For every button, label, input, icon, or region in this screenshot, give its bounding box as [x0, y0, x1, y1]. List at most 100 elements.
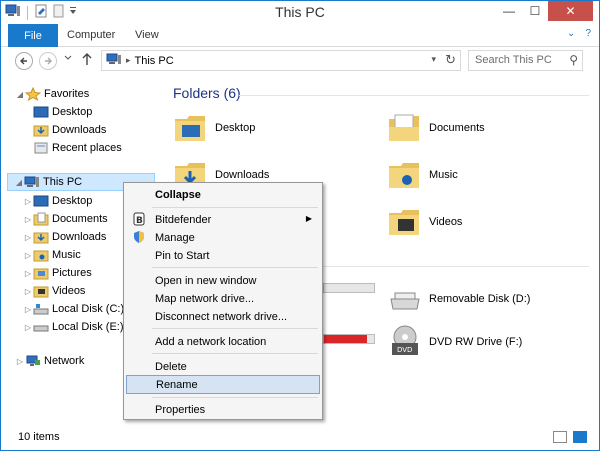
folder-music[interactable]: Music [387, 158, 458, 192]
title-bar: This PC — ☐ ✕ [1, 1, 599, 23]
collapsed-arrow-icon[interactable]: ▷ [23, 215, 33, 224]
tiles-view-button[interactable] [573, 431, 587, 443]
network-label: Network [44, 355, 85, 367]
nav-pc-documents[interactable]: ▷ Documents [23, 210, 108, 228]
menu-separator [152, 267, 318, 268]
network-icon [25, 354, 41, 368]
menu-item-label: Bitdefender [155, 213, 212, 226]
search-input[interactable]: Search This PC ⚲ [468, 50, 583, 71]
menu-item-manage[interactable]: Manage [126, 228, 320, 247]
collapsed-arrow-icon[interactable]: ▷ [23, 305, 33, 314]
nav-pc-music[interactable]: ▷ Music [23, 246, 81, 264]
nav-fav-downloads[interactable]: Downloads [33, 121, 106, 139]
up-button[interactable] [81, 52, 93, 69]
menu-item-rename[interactable]: Rename [126, 375, 320, 394]
folder-icon [387, 158, 421, 192]
computer-icon [24, 175, 40, 189]
tab-view[interactable]: View [135, 29, 159, 41]
folder-label: Downloads [215, 169, 270, 181]
back-arrow-icon [20, 57, 27, 65]
folder-documents[interactable]: Documents [387, 111, 485, 145]
menu-item-open-new-window[interactable]: Open in new window [126, 271, 320, 290]
up-arrow-icon [82, 53, 92, 65]
computer-icon [106, 53, 122, 69]
collapsed-arrow-icon[interactable]: ▷ [23, 269, 33, 278]
drive-local-c[interactable] [323, 283, 375, 293]
menu-item-collapse[interactable]: Collapse [126, 185, 320, 204]
menu-item-properties[interactable]: Properties [126, 400, 320, 419]
nav-pc-desktop[interactable]: ▷ Desktop [23, 192, 92, 210]
status-bar: 10 items [1, 425, 599, 450]
drive-removable-d[interactable]: Removable Disk (D:) [387, 285, 530, 313]
forward-arrow-icon [45, 57, 52, 65]
nav-fav-recent-places[interactable]: Recent places [33, 139, 122, 157]
nav-network[interactable]: ▷ Network [15, 352, 84, 370]
expanded-arrow-icon[interactable]: ◢ [14, 178, 24, 187]
collapsed-arrow-icon[interactable]: ▷ [23, 287, 33, 296]
expanded-arrow-icon[interactable]: ◢ [15, 90, 25, 99]
help-icon[interactable]: ? [585, 28, 591, 39]
nav-pc-downloads[interactable]: ▷ Downloads [23, 228, 106, 246]
chevron-down-icon [64, 55, 72, 60]
back-button[interactable] [15, 52, 33, 70]
menu-item-map-network-drive[interactable]: Map network drive... [126, 289, 320, 308]
menu-item-delete[interactable]: Delete [126, 357, 320, 376]
explorer-window: This PC — ☐ ✕ File Computer View ⌄ ? ▸ T… [0, 0, 600, 451]
menu-separator [152, 207, 318, 208]
drive-dvd-f[interactable]: DVD DVD RW Drive (F:) [387, 325, 522, 359]
folder-videos[interactable]: Videos [387, 205, 462, 239]
breadcrumb-this-pc[interactable]: This PC [135, 55, 174, 67]
tab-computer[interactable]: Computer [67, 29, 115, 41]
expand-ribbon-icon[interactable]: ⌄ [567, 28, 575, 39]
menu-item-bitdefender[interactable]: B Bitdefender ▶ [126, 210, 320, 229]
drive-label: Removable Disk (D:) [429, 293, 531, 305]
folder-icon [173, 111, 207, 145]
close-button[interactable]: ✕ [548, 1, 593, 21]
desktop-icon [33, 194, 49, 208]
bitdefender-icon: B [132, 212, 146, 226]
nav-pc-videos[interactable]: ▷ Videos [23, 282, 85, 300]
minimize-button[interactable]: — [496, 1, 522, 21]
svg-text:DVD: DVD [397, 346, 412, 354]
nav-item-label: Pictures [52, 267, 92, 279]
dvd-drive-icon: DVD [387, 325, 423, 359]
drive-icon [33, 320, 49, 334]
menu-item-pin-to-start[interactable]: Pin to Start [126, 246, 320, 265]
address-bar[interactable]: ▸ This PC ▾ ↻ [101, 50, 461, 71]
forward-button[interactable] [39, 52, 57, 70]
windows-drive-icon [33, 302, 49, 316]
search-icon: ⚲ [569, 53, 578, 67]
menu-separator [152, 328, 318, 329]
nav-fav-desktop[interactable]: Desktop [33, 103, 92, 121]
collapsed-arrow-icon[interactable]: ▷ [23, 197, 33, 206]
tab-file[interactable]: File [8, 24, 58, 47]
capacity-bar [323, 334, 375, 344]
folder-label: Documents [429, 122, 485, 134]
nav-pc-local-disk-c[interactable]: ▷ Local Disk (C:) [23, 300, 124, 318]
drive-label: DVD RW Drive (F:) [429, 336, 523, 348]
breadcrumb-separator-icon[interactable]: ▸ [126, 55, 131, 66]
documents-folder-icon [33, 212, 49, 226]
collapsed-arrow-icon[interactable]: ▷ [23, 323, 33, 332]
collapsed-arrow-icon[interactable]: ▷ [23, 233, 33, 242]
address-dropdown-icon[interactable]: ▾ [431, 54, 436, 65]
recent-locations-dropdown[interactable] [64, 53, 72, 64]
folder-icon [387, 205, 421, 239]
nav-favorites[interactable]: ◢ Favorites [15, 85, 89, 103]
collapsed-arrow-icon[interactable]: ▷ [15, 357, 25, 366]
maximize-button[interactable]: ☐ [522, 1, 548, 21]
collapsed-arrow-icon[interactable]: ▷ [23, 251, 33, 260]
folders-group-header[interactable]: Folders (6) [173, 85, 241, 101]
nav-item-label: Downloads [52, 124, 107, 136]
details-view-button[interactable] [553, 431, 567, 443]
menu-item-add-network-location[interactable]: Add a network location [126, 332, 320, 351]
drive-local-e[interactable] [323, 334, 375, 344]
nav-pc-pictures[interactable]: ▷ Pictures [23, 264, 92, 282]
menu-item-disconnect-network-drive[interactable]: Disconnect network drive... [126, 307, 320, 326]
folder-desktop[interactable]: Desktop [173, 111, 255, 145]
removable-disk-icon [387, 285, 423, 313]
nav-pc-local-disk-e[interactable]: ▷ Local Disk (E:) [23, 318, 124, 336]
nav-item-label: Videos [52, 285, 86, 297]
refresh-icon[interactable]: ↻ [445, 52, 456, 68]
nav-item-label: Local Disk (E:) [52, 321, 124, 333]
